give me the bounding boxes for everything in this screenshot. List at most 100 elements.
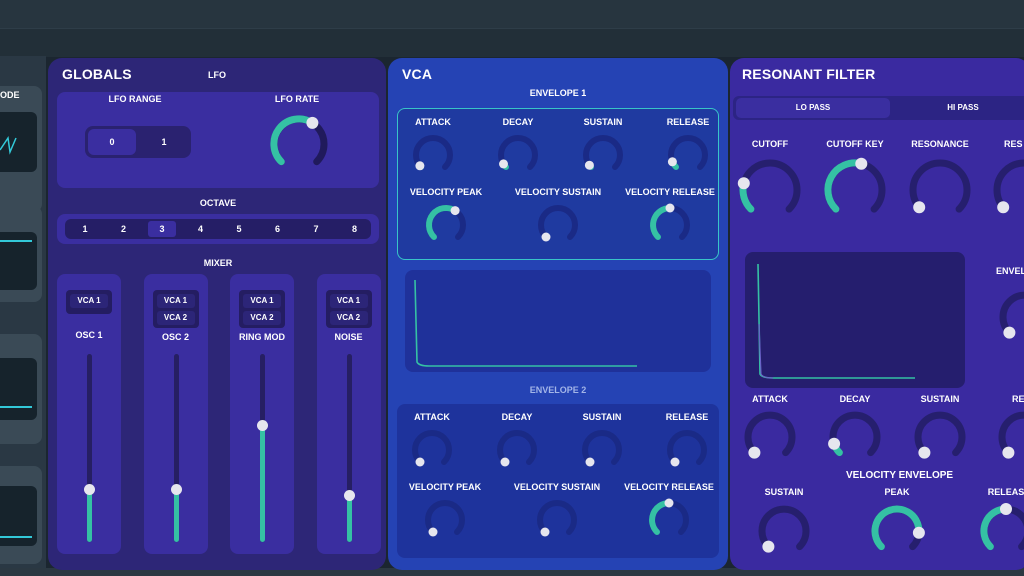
decay-knob[interactable] [496, 133, 540, 182]
hi-pass-button[interactable]: HI PASS [893, 98, 1024, 118]
knob-label: CUTOFF [751, 139, 789, 149]
octave-label: OCTAVE [199, 198, 237, 208]
lfo-section: LFO RANGE 0 1 LFO RATE [57, 92, 379, 188]
cutoff-knob[interactable] [737, 158, 802, 227]
knob-label: RELEASE [666, 117, 710, 127]
lfo-rate-label: LFO RATE [274, 94, 320, 104]
channel-name: RING MOD [239, 332, 285, 342]
sawtooth-wave-icon [0, 135, 17, 155]
sustain-knob[interactable] [913, 410, 967, 469]
filter-envelope-curve [757, 263, 915, 379]
route-chip-vca-2[interactable]: VCA 2 [329, 311, 368, 325]
lfo-label: LFO [208, 70, 226, 80]
channel-name: OSC 2 [161, 332, 189, 342]
level-slider[interactable] [260, 354, 265, 542]
routing-box: VCA 1 VCA 2 [152, 290, 199, 328]
knob-label: VELOCITY SUSTAIN [514, 187, 602, 197]
release-knob[interactable] [666, 133, 710, 182]
level-slider-thumb[interactable] [343, 490, 355, 501]
knob-label: DECAY [839, 394, 871, 404]
velocity-peak-knob[interactable] [423, 498, 467, 547]
velocity-sustain-knob[interactable] [535, 498, 579, 547]
channel-name: OSC 1 [75, 330, 103, 340]
knob-label: DECAY [501, 412, 533, 422]
velocity-peak-knob[interactable] [424, 203, 468, 252]
route-chip-vca-1[interactable]: VCA 1 [156, 294, 195, 308]
attack-knob[interactable] [410, 428, 454, 477]
strip-display-2[interactable] [0, 232, 37, 290]
sustain-knob[interactable] [580, 428, 624, 477]
strip-display-4[interactable] [0, 486, 37, 546]
knob-label: SUSTAIN [582, 412, 622, 422]
knob-label: VELOCITY PEAK [408, 482, 482, 492]
octave-option-2[interactable]: 2 [110, 221, 138, 237]
octave-option-4[interactable]: 4 [187, 221, 215, 237]
octave-option-6[interactable]: 6 [264, 221, 292, 237]
knob-label: RELEAS [987, 487, 1024, 497]
knob-label: SUSTAIN [583, 117, 623, 127]
level-slider[interactable] [87, 354, 92, 542]
knob-label: RELE [1011, 394, 1024, 404]
sustain-knob[interactable] [757, 504, 811, 563]
routing-box: VCA 1 VCA 2 [239, 290, 285, 328]
releas-knob[interactable] [979, 503, 1024, 563]
octave-option-3[interactable]: 3 [148, 221, 176, 237]
routing-box: VCA 1 VCA 2 [325, 290, 372, 328]
mode-section: ODE [0, 86, 42, 212]
lfo-range-option-1[interactable]: 1 [140, 129, 188, 155]
globals-panel: GLOBALS LFO LFO RANGE 0 1 LFO RATE OCTAV… [48, 58, 386, 570]
knob-label: RESONANCE [911, 139, 969, 149]
octave-section: 12345678 [57, 214, 379, 244]
level-slider-fill [346, 495, 352, 542]
attack-knob[interactable] [411, 133, 455, 182]
level-slider-fill [260, 425, 265, 542]
knob-label: VELOCITY SUSTAIN [513, 482, 601, 492]
level-slider-fill [87, 489, 92, 542]
vca-panel: VCA ENVELOPE 1 ATTACK DECAY SUSTAIN RELEASE… [388, 58, 728, 570]
decay-knob[interactable] [828, 410, 882, 469]
octave-option-5[interactable]: 5 [225, 221, 253, 237]
top-toolbar [0, 0, 1024, 28]
waveform-display[interactable] [0, 112, 37, 172]
lfo-range-option-0[interactable]: 0 [88, 129, 136, 155]
strip-display-3[interactable] [0, 358, 37, 420]
knob-label: DECAY [502, 117, 534, 127]
route-chip-vca-2[interactable]: VCA 2 [243, 311, 281, 325]
velocity-release-knob[interactable] [647, 498, 691, 547]
route-chip-vca-1[interactable]: VCA 1 [329, 294, 368, 308]
route-chip-vca-2[interactable]: VCA 2 [156, 311, 195, 325]
octave-option-1[interactable]: 1 [71, 221, 99, 237]
lfo-range-label: LFO RANGE [108, 94, 162, 104]
cutoff-key-knob[interactable] [823, 157, 887, 227]
resonant-filter-panel: RESONANT FILTER LO PASS HI PASS CUTOFF CU… [730, 58, 1024, 570]
rele-knob[interactable] [997, 410, 1024, 469]
level-slider-thumb[interactable] [170, 484, 182, 496]
velocity-envelope-label: VELOCITY ENVELOPE [846, 470, 954, 481]
level-slider-thumb[interactable] [257, 420, 268, 432]
route-chip-vca-1[interactable]: VCA 1 [243, 294, 281, 308]
filter-envelope-side-knob[interactable] [998, 290, 1024, 349]
level-slider-thumb[interactable] [84, 484, 95, 496]
filter-envelope-label: ENVELO [996, 266, 1024, 276]
velocity-sustain-knob[interactable] [536, 203, 580, 252]
octave-option-7[interactable]: 7 [302, 221, 330, 237]
secondary-toolbar [0, 28, 1024, 57]
attack-knob[interactable] [743, 410, 797, 469]
octave-option-8[interactable]: 8 [341, 221, 369, 237]
lfo-rate-knob[interactable] [269, 114, 329, 179]
level-slider[interactable] [173, 354, 179, 542]
vca-title: VCA [402, 66, 433, 82]
knob-label: PEAK [884, 487, 910, 497]
mixer-channel: VCA 1 OSC 1 [57, 274, 121, 554]
route-chip-vca-1[interactable]: VCA 1 [70, 294, 108, 308]
peak-knob[interactable] [870, 504, 925, 563]
release-knob[interactable] [665, 428, 709, 477]
velocity-release-knob[interactable] [648, 203, 692, 252]
resonance-knob[interactable] [908, 158, 972, 227]
level-slider[interactable] [346, 354, 352, 542]
decay-knob[interactable] [495, 428, 539, 477]
strip-module-2 [0, 206, 42, 302]
lo-pass-button[interactable]: LO PASS [736, 98, 890, 118]
res-vca-knob[interactable] [992, 158, 1024, 227]
sustain-knob[interactable] [581, 133, 625, 182]
